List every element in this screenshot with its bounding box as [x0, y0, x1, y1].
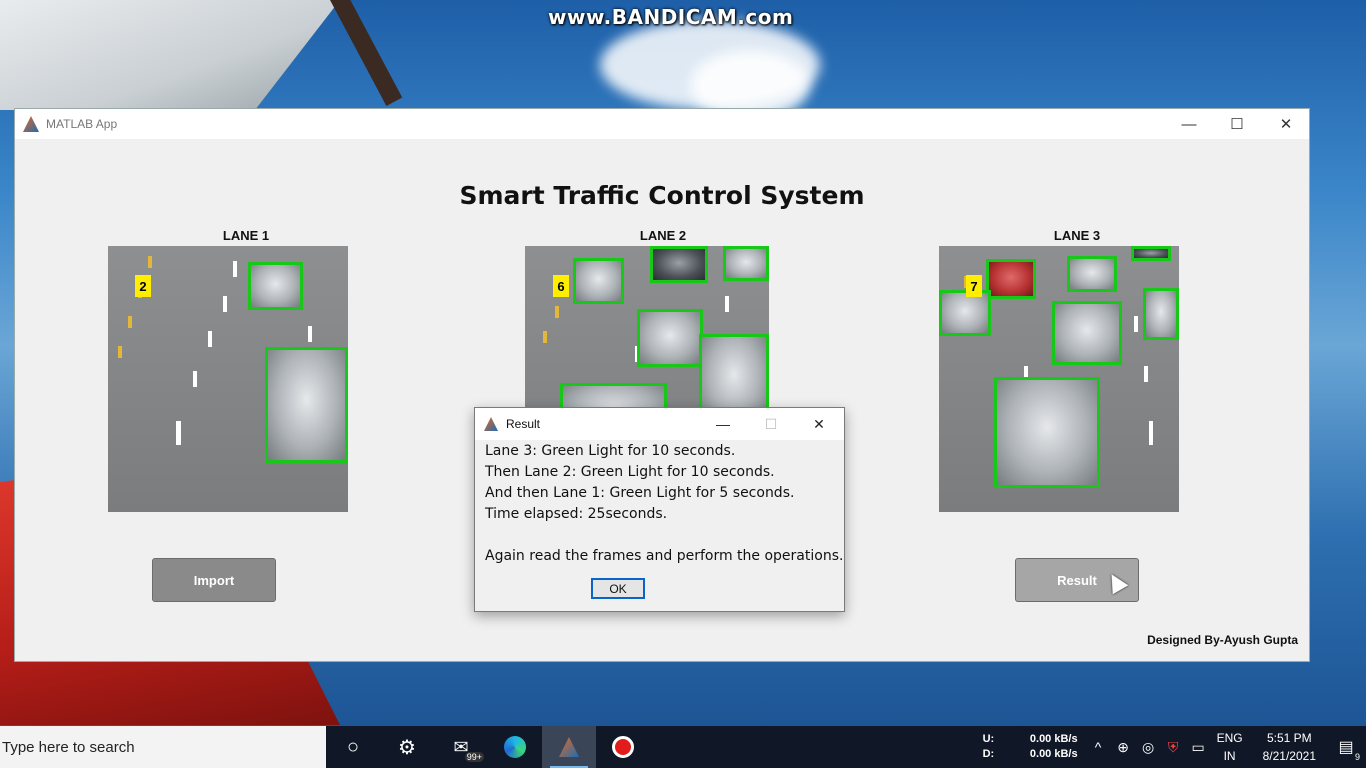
record-icon[interactable] [596, 726, 650, 768]
lane-1-count: 2 [135, 275, 151, 297]
app-title: Smart Traffic Control System [459, 181, 865, 210]
lane-1-image: 2 [108, 246, 348, 512]
car-detection [573, 258, 624, 304]
settings-gear-icon[interactable]: ⚙ [380, 726, 434, 768]
car-detection [248, 262, 303, 310]
message-line: Lane 3: Green Light for 10 seconds. [485, 443, 736, 459]
taskbar: Type here to search ○ ⚙ ✉ 99+ U: 0.00 kB/… [0, 726, 1366, 768]
language-indicator[interactable]: ENG IN [1217, 729, 1243, 765]
network-speed: U: 0.00 kB/s D: 0.00 kB/s [982, 733, 1078, 760]
message-line: Time elapsed: 25seconds. [485, 506, 668, 522]
matlab-icon [23, 116, 39, 132]
system-tray: U: 0.00 kB/s D: 0.00 kB/s ^ ⊕ ◎ ⛨ ▭ ENG IN … [983, 726, 1366, 768]
car-detection [637, 309, 703, 367]
aircraft-strut [330, 0, 403, 106]
car-detection [939, 290, 991, 336]
dialog-maximize-button: ☐ [764, 415, 778, 432]
lane-2-count: 6 [553, 275, 569, 297]
close-button[interactable]: ✕ [1262, 109, 1310, 139]
dialog-minimize-button[interactable]: — [699, 408, 747, 440]
car-detection [986, 259, 1036, 299]
notification-icon[interactable]: ▤ 9 [1326, 726, 1366, 768]
chevron-up-icon[interactable]: ^ [1086, 739, 1111, 755]
message-line: And then Lane 1: Green Light for 5 secon… [485, 485, 795, 501]
car-detection [1131, 246, 1171, 261]
dialog-title: Result [506, 417, 541, 431]
window-title: MATLAB App [46, 117, 118, 131]
designer-credit: Designed By-Ayush Gupta [1147, 633, 1298, 647]
car-detection [723, 246, 769, 281]
cortana-circle-icon[interactable]: ○ [326, 726, 380, 768]
lane-3-image: 7 [939, 246, 1179, 512]
globe-icon[interactable]: ⊕ [1111, 739, 1136, 756]
message-line: Then Lane 2: Green Light for 10 seconds. [485, 464, 775, 480]
matlab-icon [484, 417, 498, 431]
car-detection [994, 377, 1100, 488]
minimize-button[interactable]: — [1165, 109, 1213, 139]
dialog-titlebar[interactable]: Result — ☐ ✕ [475, 408, 844, 440]
mail-badge: 99+ [464, 752, 484, 762]
car-detection [1143, 288, 1179, 340]
dialog-message: Lane 3: Green Light for 10 seconds. Then… [475, 440, 844, 567]
mail-icon[interactable]: ✉ 99+ [434, 726, 488, 768]
import-button[interactable]: Import [152, 558, 276, 602]
car-detection [1052, 301, 1122, 365]
maximize-button[interactable]: ☐ [1213, 109, 1261, 139]
ok-button[interactable]: OK [591, 578, 645, 599]
matlab-taskbar-icon[interactable] [542, 726, 596, 768]
bandicam-watermark: www.BANDICAM.com [548, 5, 794, 29]
aircraft-wing-top [0, 0, 340, 110]
clock[interactable]: 5:51 PM 8/21/2021 [1263, 729, 1316, 765]
window-titlebar[interactable]: MATLAB App — ☐ ✕ [15, 109, 1309, 139]
lane-2-label: LANE 2 [639, 228, 687, 243]
battery-icon[interactable]: ▭ [1186, 739, 1211, 756]
lane-3-count: 7 [966, 275, 982, 297]
lane-1-label: LANE 1 [222, 228, 270, 243]
lane-3-label: LANE 3 [1053, 228, 1101, 243]
result-dialog: Result — ☐ ✕ Lane 3: Green Light for 10 … [474, 407, 845, 612]
camera-icon[interactable]: ◎ [1136, 739, 1161, 756]
dialog-close-button[interactable]: ✕ [795, 408, 843, 440]
message-line [485, 525, 844, 546]
security-shield-icon[interactable]: ⛨ [1161, 739, 1186, 756]
edge-browser-icon[interactable] [488, 726, 542, 768]
car-detection [650, 246, 708, 283]
taskbar-search-input[interactable]: Type here to search [0, 726, 326, 768]
car-detection [265, 347, 348, 463]
message-line: Again read the frames and perform the op… [485, 548, 844, 564]
car-detection [1067, 256, 1117, 292]
